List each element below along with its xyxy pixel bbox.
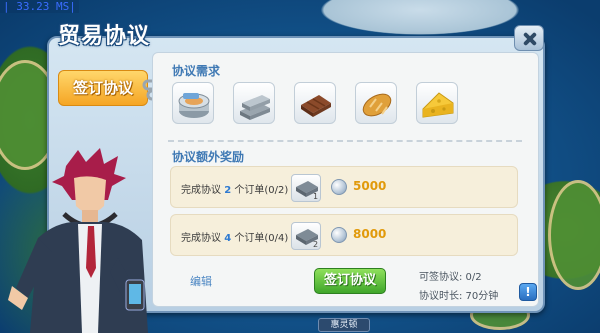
advisor-character [8,148,148,333]
steel-bars-icon [240,95,270,120]
tab-sign-agreement[interactable]: 签订协议 [58,70,148,106]
map-island [548,180,600,290]
canned-food-icon [178,93,210,118]
requirement-item[interactable] [355,82,397,124]
silver-coin-icon [331,179,347,195]
city-label: 惠灵顿 [318,318,370,332]
bread-icon [362,93,392,117]
available-agreements: 可签协议: 0/2 [419,272,482,283]
requirement-item[interactable] [294,82,336,124]
requirement-item[interactable] [416,82,458,124]
requirements-title: 协议需求 [172,64,221,78]
section-divider [168,140,522,142]
fps-counter: | 33.23 MS| [0,0,79,13]
sign-agreement-button[interactable]: 签订协议 [314,268,386,294]
chocolate-icon [301,95,331,117]
reward-amount: 8000 [353,227,387,241]
order-badge: 2 [313,240,319,249]
requirement-item[interactable] [172,82,214,124]
reward-amount: 5000 [353,179,387,193]
reward-prefix: 完成协议 [181,185,225,196]
reward-condition: 完成协议 4 个订单(0/4) [181,229,288,244]
reward-prefix: 完成协议 [181,233,225,244]
dialog-title: 贸易协议 [58,24,151,49]
help-button[interactable]: ! [519,283,537,301]
reward-suffix: 个订单(0/2) [231,185,289,196]
reward-row: 完成协议 4 个订单(0/4) 2 8000 [170,214,518,256]
order-badge: 1 [313,192,319,201]
reward-condition: 完成协议 2 个订单(0/2) [181,181,288,196]
cheese-icon [422,92,454,118]
extra-rewards-title: 协议额外奖励 [172,150,245,164]
agreement-duration: 协议时长: 70分钟 [419,291,499,302]
requirement-item[interactable] [233,82,275,124]
edit-link[interactable]: 编辑 [190,273,212,289]
reward-row: 完成协议 2 个订单(0/2) 1 5000 [170,166,518,208]
reward-suffix: 个订单(0/4) [231,233,289,244]
close-button[interactable] [514,25,544,51]
silver-coin-icon [331,227,347,243]
